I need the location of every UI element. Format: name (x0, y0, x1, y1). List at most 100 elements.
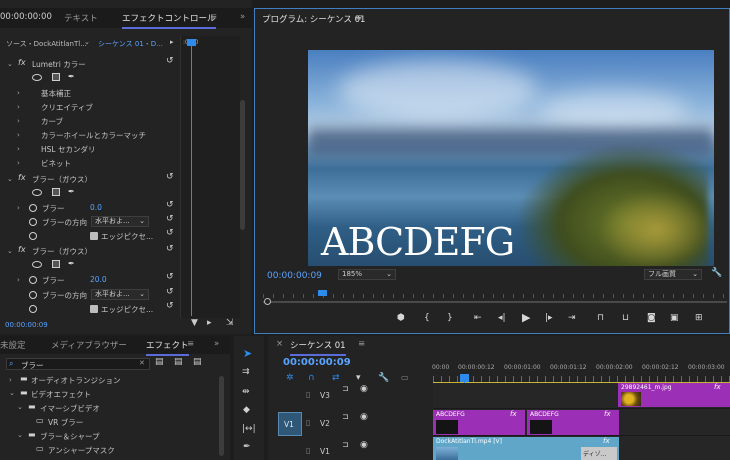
collapse-icon[interactable]: ⌄ (9, 389, 15, 397)
expand-icon[interactable]: › (17, 131, 20, 139)
expand-icon[interactable]: › (17, 145, 20, 153)
play-icon[interactable]: ▶ (522, 311, 530, 324)
clip-video-v1[interactable]: DockAtitlanTl.mp4 [V] fx ディゾ... (433, 437, 619, 460)
sequence-label[interactable]: シーケンス 01・D... (98, 39, 163, 49)
search-input[interactable]: ブラー (21, 360, 44, 371)
tree-item-vr-blur[interactable]: VR ブラー (48, 417, 83, 431)
mark-in-icon[interactable]: { (424, 313, 430, 323)
reset-icon[interactable]: ↺ (166, 214, 174, 224)
expand-icon[interactable]: › (17, 204, 20, 212)
rect-mask-icon[interactable] (52, 260, 60, 268)
sync-lock-icon[interactable]: ▯ (306, 418, 310, 427)
tab-unset[interactable]: 未設定 (0, 339, 26, 351)
clear-search-icon[interactable]: ✕ (139, 359, 145, 367)
stopwatch-icon[interactable] (29, 232, 37, 240)
pen-mask-icon[interactable]: ✒ (68, 259, 75, 268)
tab-effect-controls[interactable]: エフェクトコントロール (122, 12, 216, 29)
source-patch-v1[interactable]: V1 (278, 412, 302, 436)
zoom-dropdown[interactable]: 185% ⌄ (338, 269, 396, 280)
pen-mask-icon[interactable]: ✒ (68, 187, 75, 196)
razor-tool-icon[interactable]: ◆ (243, 405, 250, 415)
ec-scrollbar[interactable] (240, 100, 245, 230)
blur2-dir-dropdown[interactable]: 水平およ... ⌄ (91, 289, 149, 300)
rect-mask-icon[interactable] (52, 188, 60, 196)
tree-item-video-effects[interactable]: ビデオエフェクト (31, 389, 91, 403)
selection-tool-icon[interactable]: ➤ (243, 347, 252, 360)
yuv-effects-icon[interactable]: ▤ (193, 357, 202, 367)
panel-menu-icon[interactable]: ≡ (187, 339, 194, 349)
settings-icon[interactable]: ⊞ (695, 313, 703, 323)
clip-image-v3[interactable]: 29892461_m.jpg fx (618, 383, 730, 407)
reset-icon[interactable]: ↺ (166, 272, 174, 282)
step-back-icon[interactable]: ◂| (498, 313, 506, 323)
blur1-blur-value[interactable]: 0.0 (90, 203, 102, 217)
wrench-icon[interactable]: 🔧 (711, 268, 722, 278)
play-only-icon[interactable]: ▸ (207, 318, 212, 328)
tab-effects[interactable]: エフェクト (146, 339, 189, 356)
panel-menu-icon[interactable]: ≡ (358, 339, 365, 349)
snap-icon[interactable]: ✲ (286, 373, 294, 383)
video-frame[interactable]: ABCDEFG (308, 50, 714, 266)
lumetri-item-basic[interactable]: 基本補正 (41, 88, 71, 102)
stopwatch-icon[interactable] (29, 204, 37, 212)
add-marker-icon[interactable]: ⬢ (397, 313, 405, 323)
32bit-effects-icon[interactable]: ▤ (174, 357, 183, 367)
tree-item-unsharp-mask[interactable]: アンシャープマスク (48, 445, 115, 459)
camera-icon[interactable]: ◙ (647, 313, 656, 323)
timeline-title[interactable]: シーケンス 01 (290, 339, 346, 356)
ellipse-mask-icon[interactable] (32, 261, 42, 268)
program-title[interactable]: プログラム: シーケンス 01 (262, 13, 365, 25)
sync-lock-icon[interactable]: ▯ (306, 390, 310, 399)
collapse-icon[interactable]: ⌄ (7, 247, 13, 255)
go-to-in-icon[interactable]: ⇤ (474, 313, 482, 323)
lumetri-item-curves[interactable]: カーブ (41, 116, 63, 130)
ec-timecode[interactable]: 00:00:00:09 (5, 321, 48, 329)
clip-title-v2b[interactable]: ABCDEFG fx (527, 410, 619, 435)
program-playhead[interactable] (318, 290, 327, 296)
zoom-handle-left[interactable] (264, 298, 271, 305)
edge-pixel-checkbox[interactable] (90, 232, 98, 240)
overlay-title-text[interactable]: ABCDEFG (321, 220, 515, 264)
stopwatch-icon[interactable] (29, 291, 37, 299)
panel-overflow-icon[interactable]: » (214, 339, 219, 349)
lumetri-item-creative[interactable]: クリエイティブ (41, 102, 93, 116)
reset-icon[interactable]: ↺ (166, 287, 174, 297)
eye-icon[interactable]: ◉ (360, 412, 368, 422)
filter-icon[interactable]: ▼ (191, 318, 198, 328)
toggle-output-icon[interactable]: ⊐ (342, 412, 349, 421)
clip-title-v2a[interactable]: ABCDEFG fx (433, 410, 525, 435)
collapse-icon[interactable]: ⌄ (17, 431, 23, 439)
tab-media-browser[interactable]: メディアブラウザー (51, 339, 127, 351)
lift-icon[interactable]: ⊓ (597, 313, 604, 323)
reset-icon[interactable]: ↺ (166, 172, 174, 182)
collapse-icon[interactable]: ⌄ (7, 175, 13, 183)
collapse-icon[interactable]: ⌄ (17, 403, 23, 411)
collapse-icon[interactable]: ⌄ (7, 60, 13, 68)
lumetri-item-vignette[interactable]: ビネット (41, 158, 71, 172)
panel-menu-icon[interactable]: ≡ (355, 13, 362, 23)
lumetri-item-hsl[interactable]: HSL セカンダリ (41, 144, 95, 158)
reset-icon[interactable]: ↺ (166, 244, 174, 254)
step-forward-icon[interactable]: |▸ (545, 313, 553, 323)
quality-dropdown[interactable]: フル画質 ⌄ (644, 269, 702, 280)
zoom-bar[interactable] (263, 301, 727, 303)
expand-icon[interactable]: › (17, 103, 20, 111)
blur2-blur-value[interactable]: 20.0 (90, 275, 107, 289)
timeline-ruler[interactable]: 00:00 00:00:00:12 00:00:01:00 00:00:01:1… (432, 354, 730, 384)
ec-playhead[interactable] (191, 40, 192, 316)
extract-icon[interactable]: ⊔ (622, 313, 629, 323)
eye-icon[interactable]: ◉ (360, 440, 368, 450)
captions-icon[interactable]: ▭ (401, 373, 409, 382)
compare-icon[interactable]: ▣ (670, 313, 679, 323)
export-icon[interactable]: ⇲ (226, 318, 234, 328)
panel-menu-icon[interactable]: ≡ (210, 12, 217, 22)
program-timecode[interactable]: 00:00:00:09 (267, 271, 322, 281)
expand-icon[interactable]: › (9, 376, 12, 384)
transition-dissolve[interactable]: ディゾ... (581, 447, 617, 460)
reset-icon[interactable]: ↺ (166, 200, 174, 210)
reset-icon[interactable]: ↺ (166, 228, 174, 238)
lumetri-item-wheels[interactable]: カラーホイールとカラーマッチ (41, 130, 146, 144)
timeline-timecode[interactable]: 00:00:00:09 (283, 357, 351, 368)
add-marker-icon[interactable]: ▾ (356, 373, 361, 383)
tree-item-blur-sharpen[interactable]: ブラー＆シャープ (40, 431, 100, 445)
